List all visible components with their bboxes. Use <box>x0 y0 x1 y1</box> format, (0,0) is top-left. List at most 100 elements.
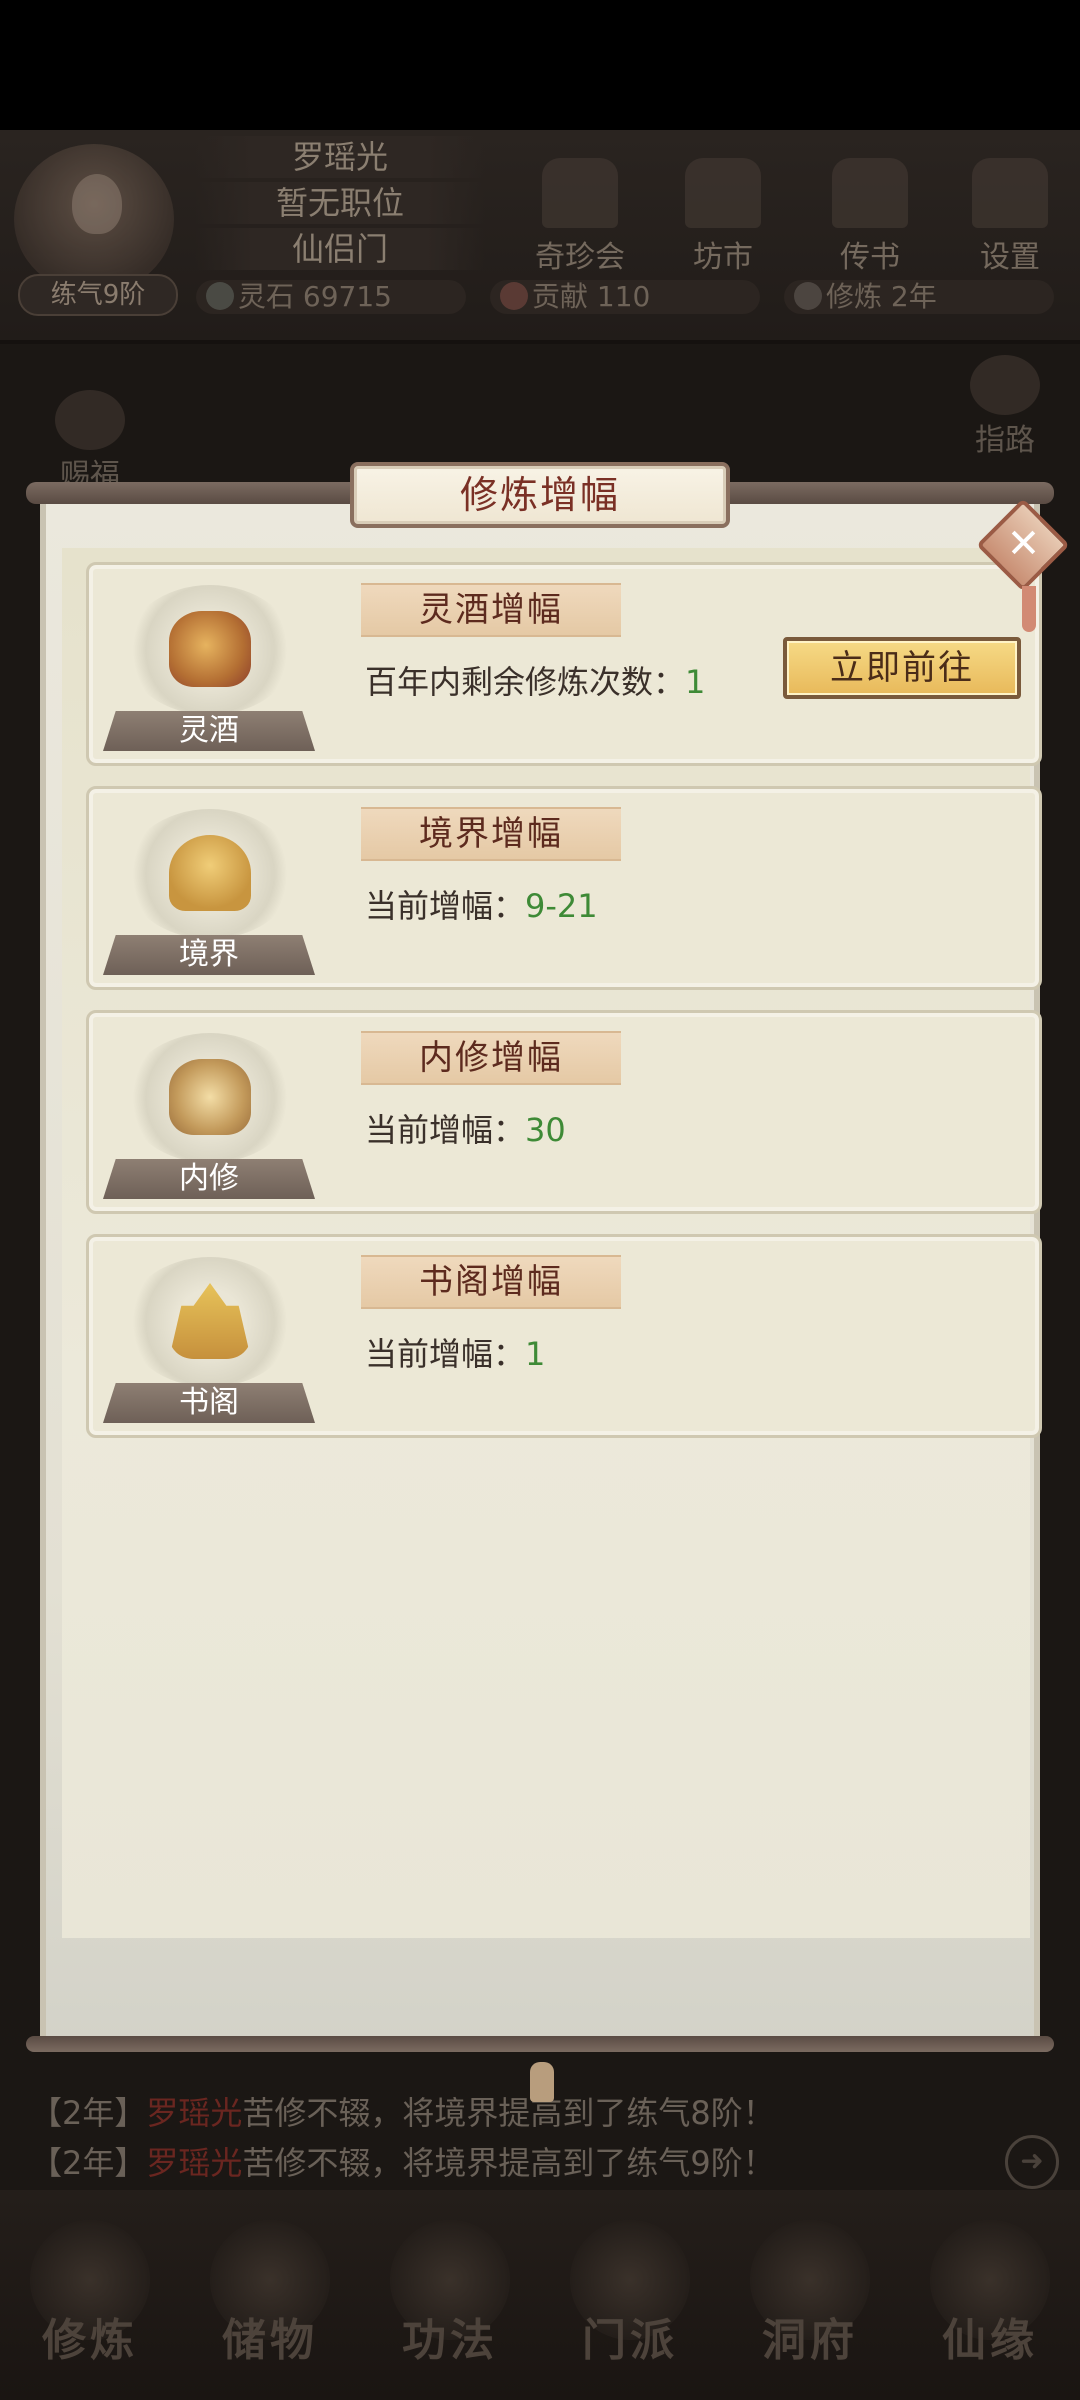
bottom-nav: 修炼 储物 功法 门派 洞府 仙缘 <box>0 2190 1080 2400</box>
status-bar-area <box>0 0 1080 130</box>
card-stat-line: 当前增幅：1 <box>365 1329 545 1375</box>
emblem-label: 灵酒 <box>179 713 239 748</box>
cultivation-boost-dialog: 灵酒 灵酒增幅 百年内剩余修炼次数：1 立即前往 境界 境界增幅 当前增幅：9-… <box>26 462 1070 2102</box>
nav-label: 修炼 <box>42 2315 138 2366</box>
mountain-icon <box>970 355 1040 415</box>
pagoda-icon <box>169 1283 251 1359</box>
log-text: 苦修不辍，将境界提高到了练气8阶！ <box>242 2094 775 2132</box>
gear-icon <box>972 158 1048 228</box>
card-title: 境界增幅 <box>361 807 621 861</box>
nav-techniques[interactable]: 功法 <box>375 2220 525 2390</box>
tassel-decoration <box>1022 586 1036 632</box>
contribution-bar: 贡献 110 <box>490 280 760 314</box>
card-title-text: 境界增幅 <box>419 814 563 854</box>
treasure-pavilion-label: 奇珍会 <box>535 240 625 275</box>
stat-value: 30 <box>525 1111 566 1149</box>
settings-label: 设置 <box>980 240 1040 275</box>
stat-label: 百年内剩余修炼次数： <box>365 663 686 701</box>
blessing-icon <box>55 390 125 450</box>
cultivation-icon <box>794 282 822 310</box>
nav-cave[interactable]: 洞府 <box>735 2220 885 2390</box>
boost-card-realm: 境界 境界增幅 当前增幅：9-21 <box>86 786 1042 990</box>
emblem-label: 境界 <box>179 937 239 972</box>
realm-emblem <box>125 809 295 939</box>
cultivation-bar: 修炼 2年 <box>784 280 1054 314</box>
contribution-value: 贡献 110 <box>532 280 651 313</box>
stat-value: 1 <box>685 663 706 701</box>
player-hud: 练气9阶 罗瑶光 暂无职位 仙侣门 奇珍会 坊市 传书 设置 灵石 69715 … <box>0 130 1080 344</box>
stat-value: 1 <box>525 1335 546 1373</box>
letter-button[interactable]: 传书 <box>815 158 925 278</box>
rank-badge: 练气9阶 <box>18 274 178 316</box>
card-title-text: 灵酒增幅 <box>419 590 563 630</box>
letter-bird-icon <box>832 158 908 228</box>
log-player-name: 罗瑶光 <box>146 2144 243 2182</box>
player-name: 罗瑶光 <box>195 136 485 178</box>
stat-label: 当前增幅： <box>365 887 526 925</box>
bell-decoration-icon <box>530 2062 554 2102</box>
card-title-text: 书阁增幅 <box>419 1262 563 1302</box>
log-expand-arrow-icon[interactable]: ➜ <box>1005 2135 1059 2189</box>
inner-emblem <box>125 1033 295 1163</box>
blessing-button[interactable]: 赐福 <box>40 390 140 493</box>
log-line: 【2年】罗瑶光苦修不辍，将境界提高到了练气8阶！ <box>30 2088 775 2134</box>
guide-button[interactable]: 指路 <box>955 355 1055 458</box>
nav-label: 门派 <box>582 2315 678 2366</box>
log-time: 【2年】 <box>30 2094 147 2132</box>
nav-label: 功法 <box>402 2315 498 2366</box>
dialog-scroll-body: 灵酒 灵酒增幅 百年内剩余修炼次数：1 立即前往 境界 境界增幅 当前增幅：9-… <box>40 498 1042 2052</box>
player-sect: 仙侣门 <box>195 228 485 270</box>
nav-label: 仙缘 <box>942 2315 1038 2366</box>
nav-storage[interactable]: 储物 <box>195 2220 345 2390</box>
emblem-ribbon: 书阁 <box>103 1383 315 1423</box>
nav-label: 储物 <box>222 2315 318 2366</box>
player-position: 暂无职位 <box>195 182 485 224</box>
dialog-title: 修炼增幅 <box>459 473 620 517</box>
boost-card-wine: 灵酒 灵酒增幅 百年内剩余修炼次数：1 立即前往 <box>86 562 1042 766</box>
boost-card-library: 书阁 书阁增幅 当前增幅：1 <box>86 1234 1042 1438</box>
card-stat-line: 当前增幅：30 <box>365 1105 566 1151</box>
library-emblem <box>125 1257 295 1387</box>
player-avatar[interactable] <box>14 144 174 294</box>
emblem-ribbon: 内修 <box>103 1159 315 1199</box>
log-player-name: 罗瑶光 <box>146 2094 243 2132</box>
log-time: 【2年】 <box>30 2144 147 2182</box>
wine-gourd-icon <box>169 611 251 687</box>
market-label: 坊市 <box>693 240 753 275</box>
treasure-pavilion-button[interactable]: 奇珍会 <box>525 158 635 278</box>
emblem-ribbon: 境界 <box>103 935 315 975</box>
card-title: 内修增幅 <box>361 1031 621 1085</box>
card-stat-line: 当前增幅：9-21 <box>365 881 598 927</box>
nav-sect[interactable]: 门派 <box>555 2220 705 2390</box>
wine-emblem <box>125 585 295 715</box>
card-title: 书阁增幅 <box>361 1255 621 1309</box>
treasure-pavilion-icon <box>542 158 618 228</box>
spirit-stone-icon <box>206 282 234 310</box>
emblem-label: 书阁 <box>179 1385 239 1420</box>
go-now-button[interactable]: 立即前往 <box>783 637 1021 699</box>
nav-fate[interactable]: 仙缘 <box>915 2220 1065 2390</box>
stat-label: 当前增幅： <box>365 1111 526 1149</box>
card-stat-line: 百年内剩余修炼次数：1 <box>365 657 705 703</box>
contribution-icon <box>500 282 528 310</box>
spirit-stone-bar: 灵石 69715 <box>196 280 466 314</box>
nav-label: 洞府 <box>762 2315 858 2366</box>
boost-card-inner: 内修 内修增幅 当前增幅：30 <box>86 1010 1042 1214</box>
market-button[interactable]: 坊市 <box>668 158 778 278</box>
stat-value: 9-21 <box>525 887 598 925</box>
go-now-label: 立即前往 <box>830 648 974 688</box>
guide-label: 指路 <box>975 423 1035 458</box>
swirl-energy-icon <box>169 1059 251 1135</box>
letter-label: 传书 <box>840 240 900 275</box>
settings-button[interactable]: 设置 <box>955 158 1065 278</box>
close-icon: ✕ <box>1006 521 1041 568</box>
avatar-portrait <box>72 174 122 234</box>
spirit-stone-value: 灵石 69715 <box>238 280 392 313</box>
cultivation-value: 修炼 2年 <box>826 280 937 313</box>
nav-cultivate[interactable]: 修炼 <box>15 2220 165 2390</box>
stat-label: 当前增幅： <box>365 1335 526 1373</box>
log-text: 苦修不辍，将境界提高到了练气9阶！ <box>242 2144 775 2182</box>
emblem-label: 内修 <box>179 1161 239 1196</box>
dialog-inner-panel: 灵酒 灵酒增幅 百年内剩余修炼次数：1 立即前往 境界 境界增幅 当前增幅：9-… <box>62 548 1042 1938</box>
card-title: 灵酒增幅 <box>361 583 621 637</box>
